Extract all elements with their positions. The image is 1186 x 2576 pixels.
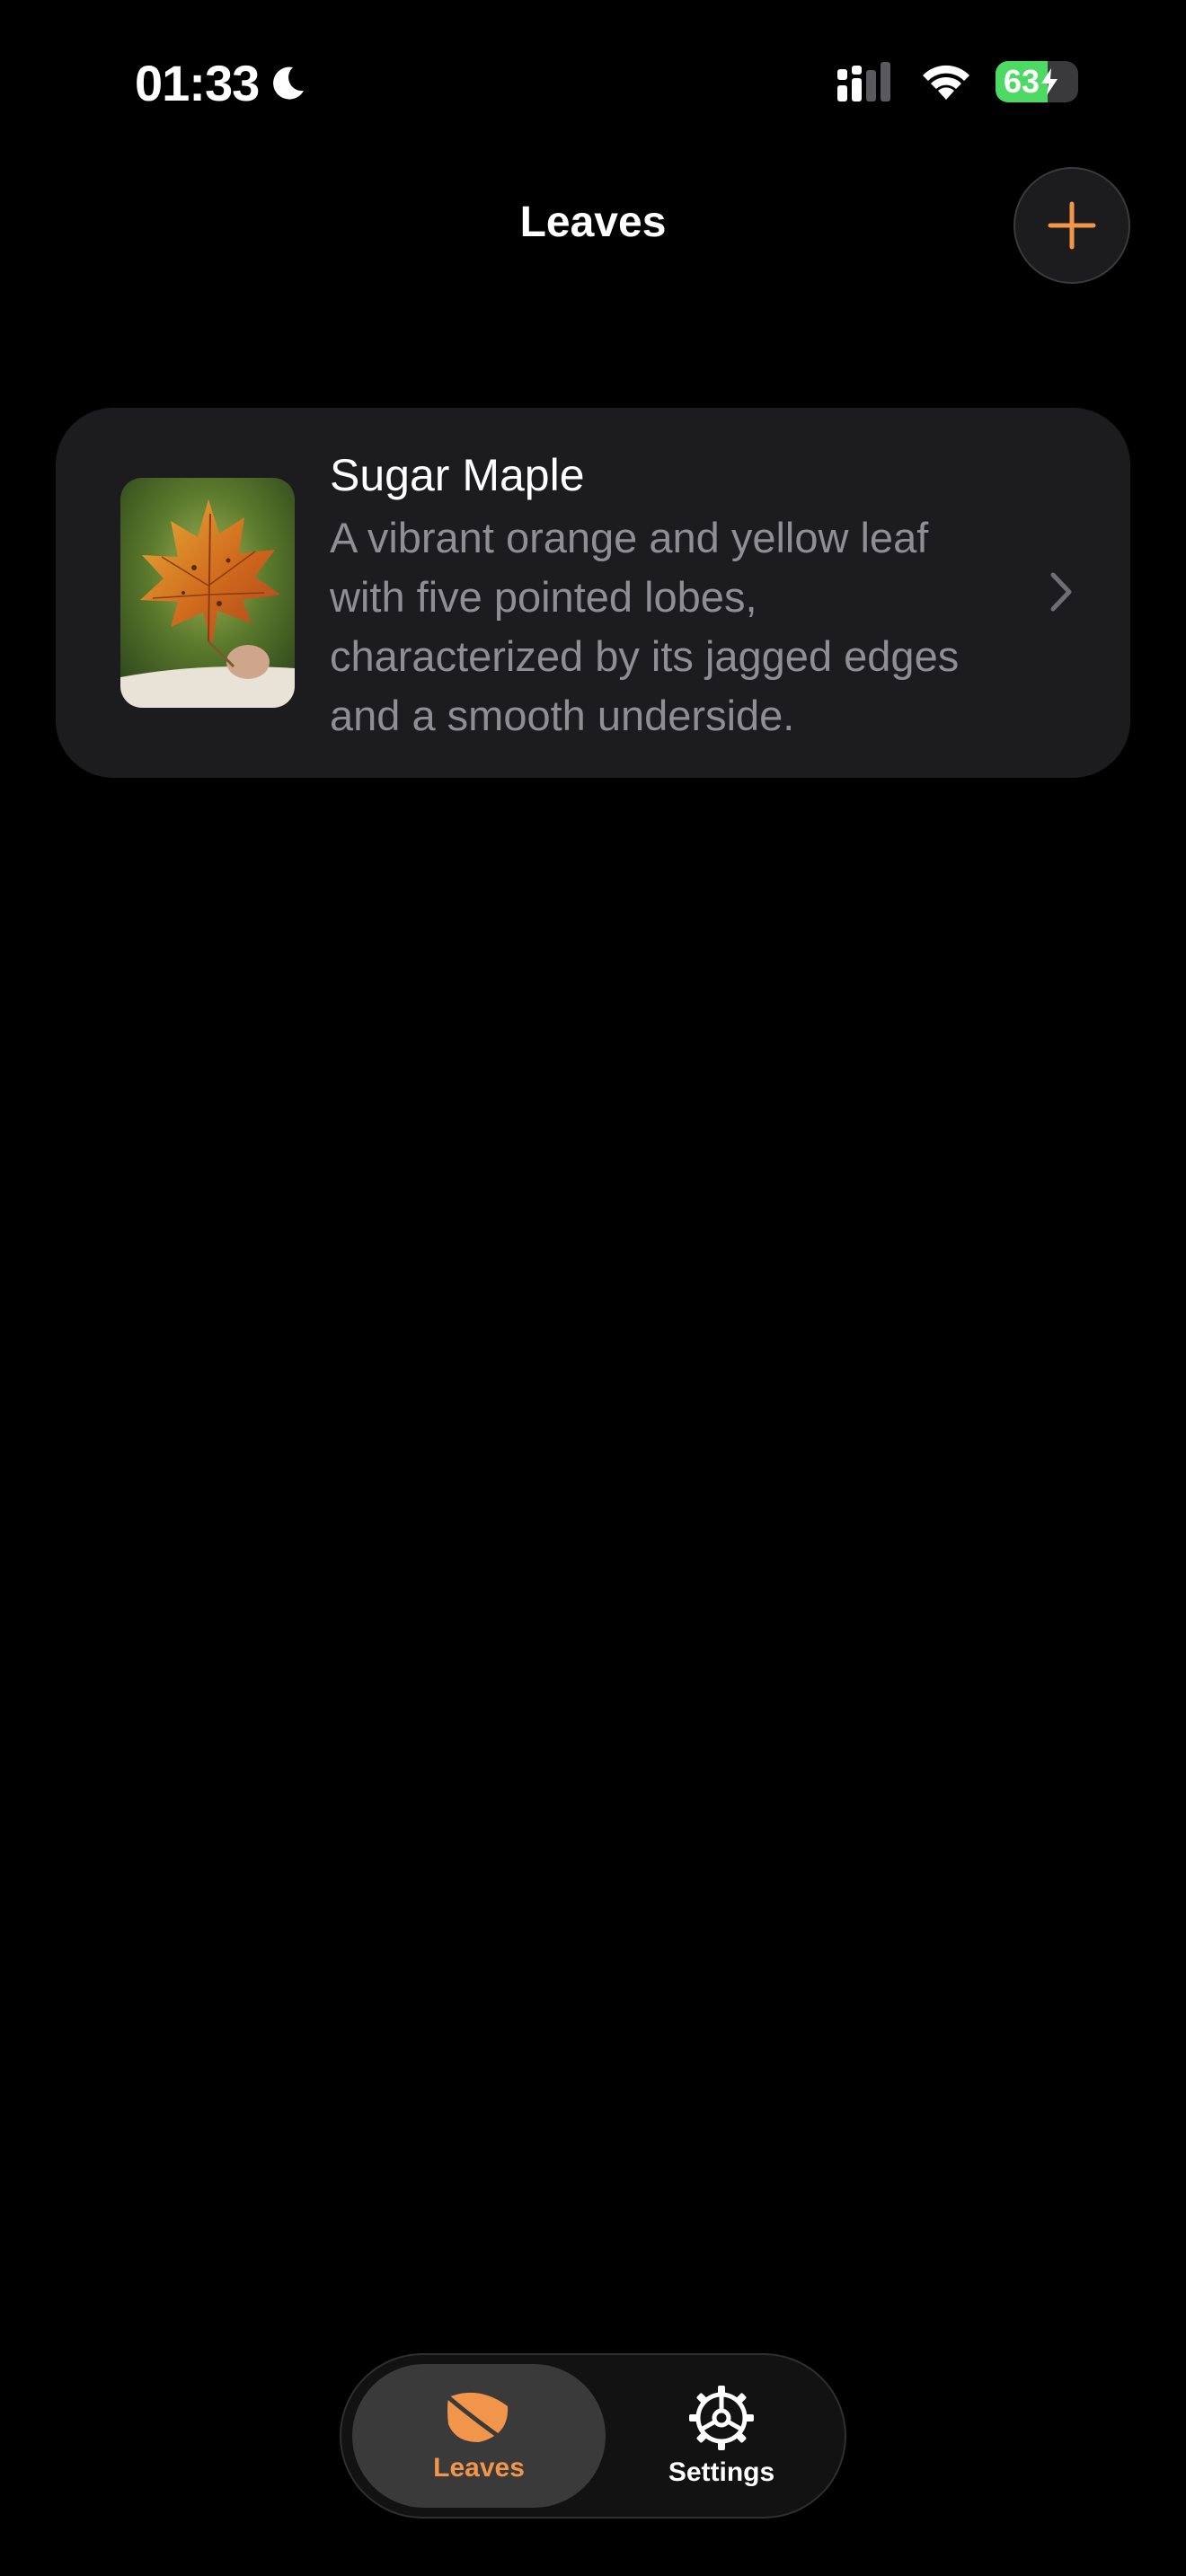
signal-icon xyxy=(837,62,890,101)
chevron-right-icon xyxy=(1050,572,1072,612)
leaf-name: Sugar Maple xyxy=(330,450,585,500)
battery-level-text: 63 xyxy=(1003,63,1040,100)
battery-indicator: 63 xyxy=(996,61,1078,102)
battery-label: 63 xyxy=(996,61,1066,102)
tab-bar: Leaves Settings xyxy=(340,2353,846,2519)
tab-settings[interactable]: Settings xyxy=(611,2364,832,2508)
tab-settings-label: Settings xyxy=(668,2457,775,2487)
add-leaf-button[interactable] xyxy=(1013,167,1130,284)
leaf-description: A vibrant orange and yellow leaf with fi… xyxy=(330,514,960,739)
wifi-icon xyxy=(923,65,969,100)
status-time-text: 01:33 xyxy=(135,55,260,111)
tab-leaves-label: Leaves xyxy=(433,2453,525,2483)
status-time: 01:33 xyxy=(135,54,307,112)
plus-icon xyxy=(1048,201,1096,250)
leaf-icon xyxy=(446,2392,512,2447)
maple-leaf-photo xyxy=(120,478,295,708)
moon-icon xyxy=(273,66,305,100)
status-bar: 01:33 63 xyxy=(0,0,1186,171)
tab-leaves[interactable]: Leaves xyxy=(352,2364,606,2508)
charging-bolt-icon xyxy=(1041,68,1058,95)
page-title: Leaves xyxy=(519,198,667,246)
leaf-thumbnail xyxy=(120,478,295,708)
gear-icon xyxy=(689,2386,754,2450)
leaf-list-item[interactable]: Sugar Maple A vibrant orange and yellow … xyxy=(56,408,1130,778)
status-indicators: 63 xyxy=(837,61,1078,102)
